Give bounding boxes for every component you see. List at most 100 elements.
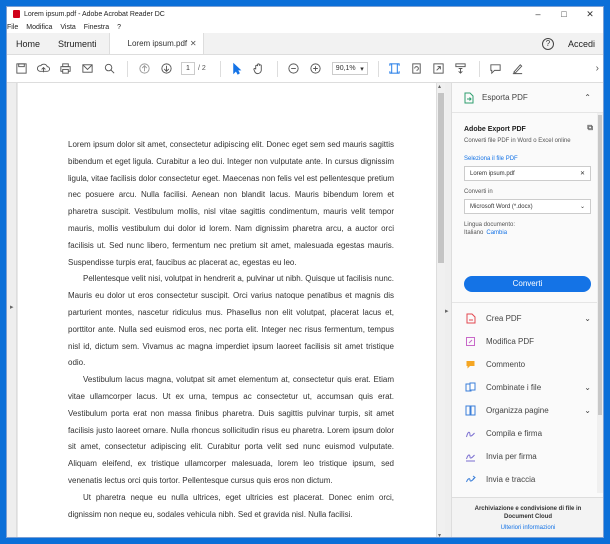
content-area: ▸ Lorem ipsum dolor sit amet, consectetu… [7, 83, 603, 537]
copy-icon[interactable]: ⧉ [587, 123, 593, 133]
change-language-link[interactable]: Cambia [486, 230, 507, 236]
rotate-icon[interactable] [407, 59, 427, 79]
send-track-icon [464, 474, 476, 486]
next-page-icon[interactable] [156, 59, 176, 79]
fit-page-icon[interactable] [385, 59, 405, 79]
chevron-down-icon: ⌄ [579, 204, 585, 210]
minimize-icon[interactable]: – [525, 7, 551, 21]
chevron-down-icon[interactable]: ⌄ [584, 406, 591, 415]
sign-icon[interactable] [508, 59, 528, 79]
window-controls: – □ ✕ [525, 7, 603, 21]
pane-header-label: Esporta PDF [482, 93, 528, 102]
tool-item-edit-pdf[interactable]: Modifica PDF [464, 330, 603, 353]
convert-format-select[interactable]: Microsoft Word (*.docx) ⌄ [464, 199, 591, 214]
zoom-in-icon[interactable] [306, 59, 326, 79]
convert-button[interactable]: Converti [464, 276, 591, 292]
menu-vista[interactable]: Vista [60, 24, 75, 31]
close-tab-icon[interactable]: ✕ [190, 39, 197, 48]
signin-link[interactable]: Accedi [568, 39, 595, 49]
footer-text: Archiviazione e condivisione di file in … [474, 506, 582, 520]
tool-item-combine-files[interactable]: Combinate i file ⌄ [464, 376, 603, 399]
tab-tools[interactable]: Strumenti [49, 33, 106, 54]
edit-pdf-icon [464, 336, 476, 348]
export-title-text: Adobe Export PDF [464, 126, 526, 133]
print-icon[interactable] [55, 59, 75, 79]
comment-icon[interactable] [486, 59, 506, 79]
tool-item-comment[interactable]: Commento [464, 353, 603, 376]
toolbar-separator [127, 60, 128, 77]
export-pdf-icon [464, 92, 474, 103]
toolbar-separator [219, 60, 221, 77]
document-paragraph: Pellentesque velit nisi, volutpat in hen… [68, 274, 394, 368]
hand-icon[interactable] [249, 59, 269, 79]
page-total: / 2 [198, 65, 206, 72]
export-title: Adobe Export PDF ⧉ [464, 123, 593, 133]
scrollbar-thumb[interactable] [438, 93, 444, 263]
page-number-input[interactable]: 1 [181, 62, 195, 75]
maximize-icon[interactable]: □ [551, 7, 577, 21]
tool-item-fill-sign[interactable]: Compila e firma [464, 422, 603, 445]
close-icon[interactable]: ✕ [580, 170, 585, 177]
create-pdf-icon [464, 313, 476, 325]
search-icon[interactable] [99, 59, 119, 79]
toolbar-separator [478, 60, 480, 77]
tool-list: Crea PDF ⌄ Modifica PDF Commento Combinate i… [452, 307, 603, 491]
export-pdf-header[interactable]: Esporta PDF ⌃ [452, 83, 603, 113]
more-info-link[interactable]: Ulteriori informazioni [452, 525, 603, 531]
email-icon[interactable] [77, 59, 97, 79]
zoom-value: 90,1% [335, 65, 356, 72]
chevron-down-icon[interactable]: ⌄ [584, 383, 591, 392]
tool-item-organize-pages[interactable]: Organizza pagine ⌄ [464, 399, 603, 422]
acrobat-app-icon [13, 10, 20, 18]
export-block: Adobe Export PDF ⧉ Converti file PDF in W… [452, 123, 603, 292]
menu-bar: File Modifica Vista Finestra ? [7, 21, 603, 33]
send-for-signature-icon [464, 451, 476, 463]
left-nav-pane-toggle[interactable]: ▸ [7, 83, 17, 537]
document-tab-label: Lorem ipsum.pdf [127, 39, 188, 48]
tool-item-send-track[interactable]: Invia e traccia [464, 468, 603, 491]
zoom-dropdown[interactable]: 90,1% ▾ [331, 62, 368, 75]
file-field[interactable]: Lorem ipsum.pdf ✕ [464, 166, 591, 181]
expand-left-icon: ▸ [10, 304, 14, 311]
language-row: Italiano Cambia [464, 230, 591, 236]
collapse-right-icon: ▸ [445, 308, 449, 315]
pdf-page[interactable]: Lorem ipsum dolor sit amet, consectetur … [18, 83, 436, 537]
chevron-down-icon[interactable]: ⌄ [584, 314, 591, 323]
tool-item-create-pdf[interactable]: Crea PDF ⌄ [464, 307, 603, 330]
more-tools-icon[interactable]: › [596, 63, 599, 74]
scroll-up-icon[interactable]: ▴ [438, 83, 441, 90]
menu-modifica[interactable]: Modifica [26, 24, 52, 31]
tool-label: Compila e firma [486, 429, 543, 438]
document-scrollbar[interactable]: ▴ ▾ [436, 83, 445, 537]
tool-label: Crea PDF [486, 314, 522, 323]
chevron-up-icon[interactable]: ⌃ [584, 93, 591, 102]
document-paragraph: Vestibulum lacus magna, volutpat sit ame… [68, 375, 394, 485]
previous-page-icon[interactable] [134, 59, 154, 79]
select-file-link[interactable]: Seleziona il file PDF [464, 156, 591, 162]
menu-finestra[interactable]: Finestra [84, 24, 109, 31]
tool-label: Modifica PDF [486, 337, 535, 346]
menu-help[interactable]: ? [117, 24, 121, 31]
zoom-out-icon[interactable] [284, 59, 304, 79]
menu-file[interactable]: File [7, 24, 18, 31]
upload-icon[interactable] [33, 59, 53, 79]
help-icon[interactable]: ? [541, 38, 554, 50]
select-cursor-icon[interactable] [227, 59, 247, 79]
tabbar-right: ? Accedi [541, 33, 595, 55]
file-name: Lorem ipsum.pdf [470, 170, 515, 177]
tab-document[interactable]: Lorem ipsum.pdf ✕ [108, 33, 204, 54]
tools-pane: Esporta PDF ⌃ Adobe Export PDF ⧉ Converti… [451, 83, 603, 537]
close-icon[interactable]: ✕ [577, 7, 603, 21]
tab-home[interactable]: Home [7, 33, 49, 54]
read-mode-icon[interactable] [451, 59, 471, 79]
tool-item-send-for-signature[interactable]: Invia per firma [464, 445, 603, 468]
tab-bar: Home Strumenti Lorem ipsum.pdf ✕ ? Acced… [7, 33, 603, 55]
toolbar-separator [276, 60, 278, 77]
document-paragraph: Lorem ipsum dolor sit amet, consectetur … [68, 140, 394, 267]
save-icon[interactable] [11, 59, 31, 79]
scroll-down-icon[interactable]: ▾ [438, 532, 441, 537]
full-screen-icon[interactable] [429, 59, 449, 79]
tool-label: Commento [486, 360, 526, 369]
organize-pages-icon [464, 405, 476, 417]
window-title: Lorem ipsum.pdf - Adobe Acrobat Reader D… [24, 10, 165, 18]
